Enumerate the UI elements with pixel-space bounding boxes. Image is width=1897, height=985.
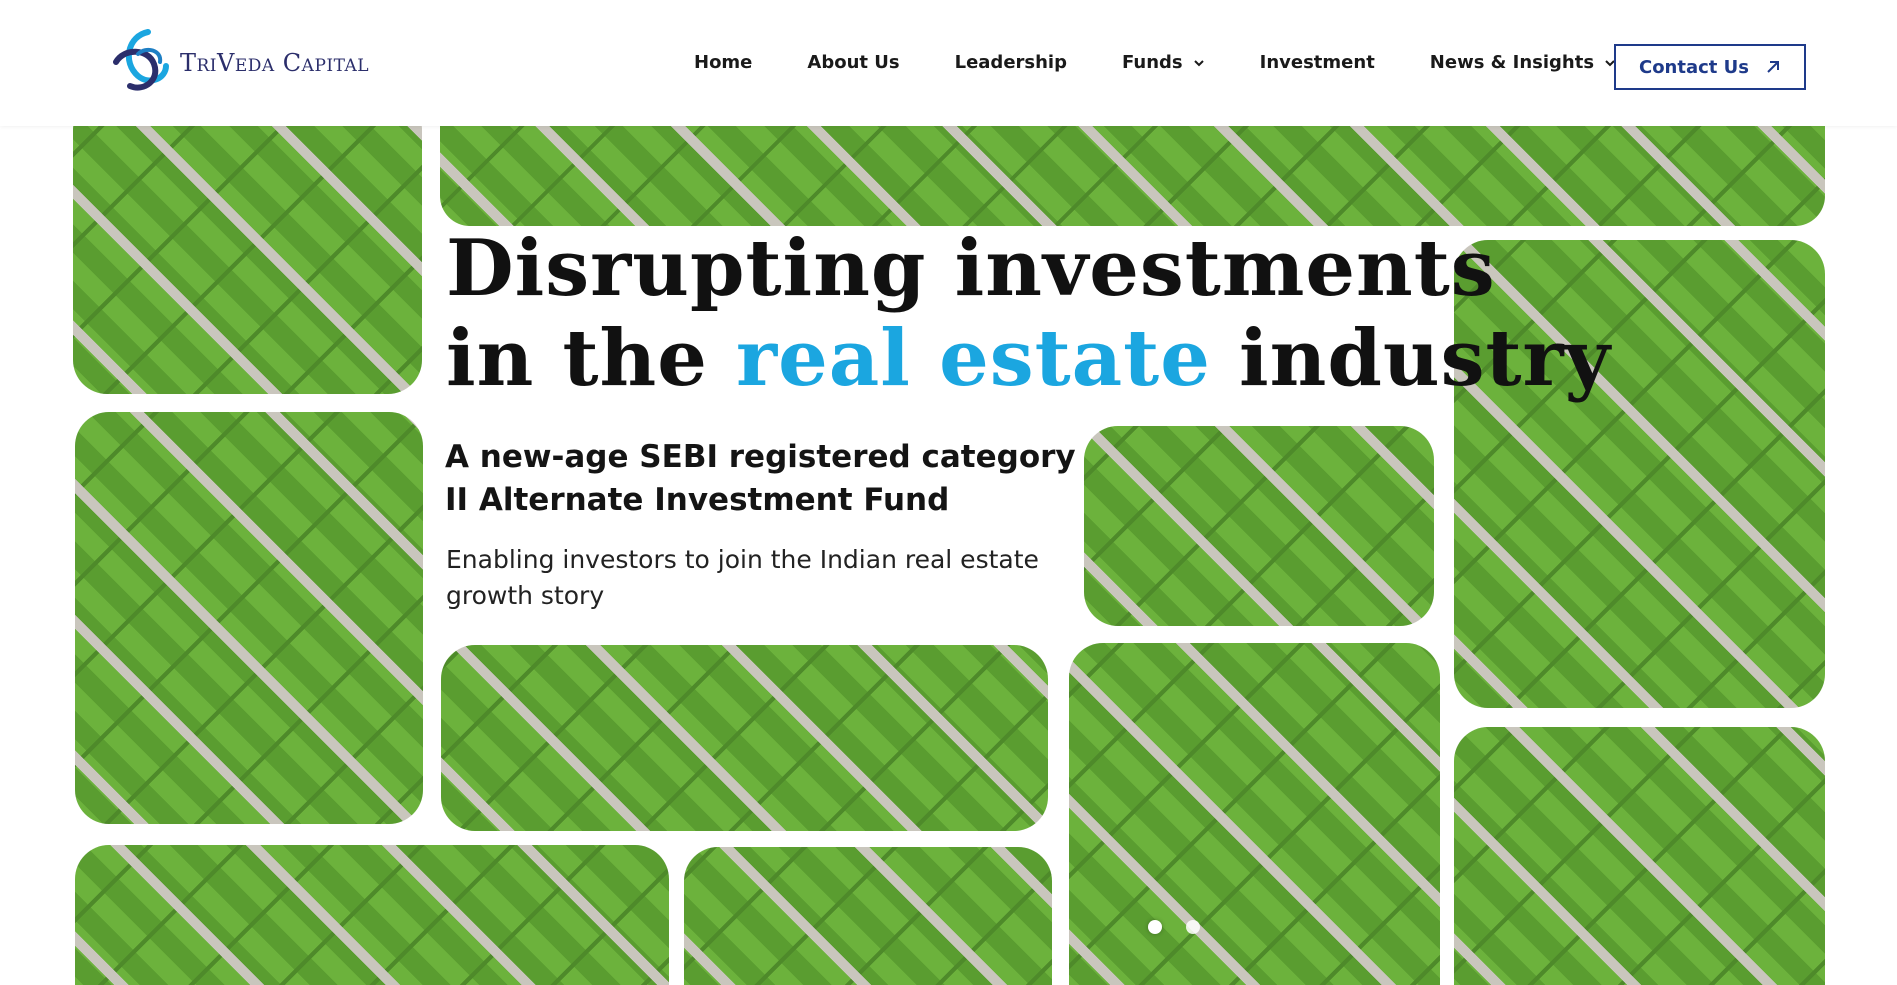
contact-us-button[interactable]: Contact Us [1614,44,1806,90]
hero-image-tile [1454,727,1825,985]
hero-image-tile [75,412,423,824]
nav-item-news-insights[interactable]: News & Insights [1430,52,1616,73]
hero-description: Enabling investors to join the Indian re… [446,545,1039,610]
headline-accent: real estate [736,313,1211,404]
hero-image-tile [1069,643,1440,985]
nav-item-label: Investment [1259,52,1375,73]
headline-line-1: Disrupting investments [446,223,1496,314]
contact-us-label: Contact Us [1638,56,1749,78]
nav-item-investment[interactable]: Investment [1260,52,1375,73]
hero-section: Disrupting investments in the real estat… [0,0,1897,985]
nav-item-label: Funds [1122,52,1183,73]
hero-image-tile [75,845,669,985]
slider-dot-2[interactable] [1186,920,1200,934]
chevron-down-icon [1193,57,1205,69]
site-header: TriVeda Capital Home About Us Leadership… [0,0,1897,126]
nav-item-label: News & Insights [1429,52,1595,73]
nav-item-label: Home [694,52,753,73]
hero-subheading: A new-age SEBI registered category II Al… [445,439,1076,518]
logo-text: TriVeda Capital [180,49,370,77]
nav-item-funds[interactable]: Funds [1122,52,1205,73]
headline-line-2: in the real estate industry [446,314,1611,404]
slider-dot-1[interactable] [1148,920,1162,934]
headline-post: industry [1210,313,1611,404]
hero-image-tile [441,645,1048,831]
arrow-up-right-icon [1765,59,1781,75]
triveda-swirl-logo-icon [108,26,174,101]
logo[interactable]: TriVeda Capital [108,28,369,98]
nav-item-home[interactable]: Home [694,52,752,73]
hero-image-tile [73,96,422,394]
main-nav: Home About Us Leadership Funds Investmen… [694,52,1671,73]
hero-headline: Disrupting investments in the real estat… [446,224,1611,404]
headline-pre: in the [446,313,737,404]
nav-item-leadership[interactable]: Leadership [955,52,1067,73]
hero-image-tile [1084,426,1434,626]
slider-dots [1148,920,1224,934]
nav-item-label: Leadership [954,52,1067,73]
hero-image-tile [684,847,1052,985]
nav-item-about-us[interactable]: About Us [807,52,899,73]
nav-item-label: About Us [807,52,900,73]
